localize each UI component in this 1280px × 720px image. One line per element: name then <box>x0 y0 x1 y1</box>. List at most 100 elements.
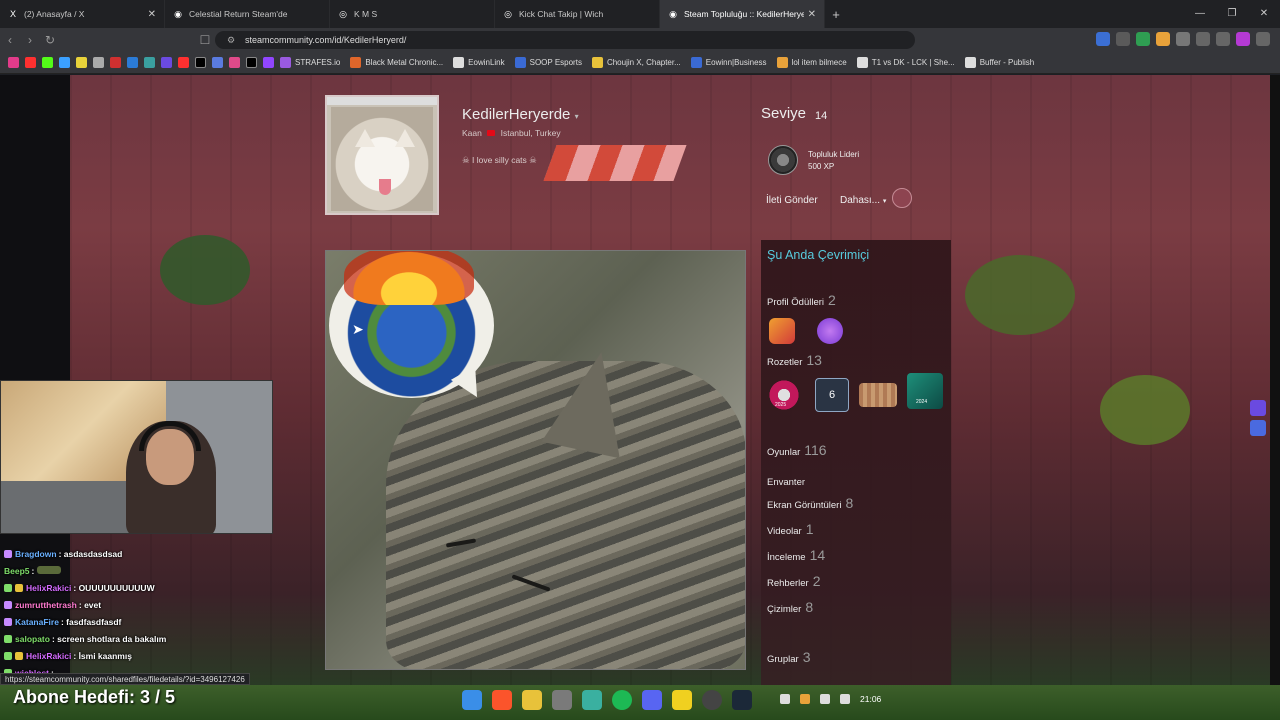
bookmark-lol-item[interactable]: lol item bilmece <box>776 57 847 68</box>
bookmark-favicon[interactable] <box>144 57 155 68</box>
tray-icon[interactable] <box>780 694 790 704</box>
tiktok-icon[interactable] <box>246 57 257 68</box>
close-tab-icon[interactable]: ✕ <box>148 9 156 20</box>
close-tab-icon[interactable]: ✕ <box>808 9 816 20</box>
tab-celestial-return[interactable]: ◉ Celestial Return Steam'de <box>165 0 330 28</box>
file-explorer-icon[interactable] <box>522 690 542 710</box>
bookmark-strafes[interactable]: STRAFES.io <box>280 57 340 68</box>
youtube-icon[interactable] <box>178 57 189 68</box>
twitch-icon[interactable] <box>263 57 274 68</box>
sticky-notes-icon[interactable] <box>672 690 692 710</box>
bookmark-soop[interactable]: SOOP Esports <box>514 57 582 68</box>
brave-browser-icon[interactable] <box>492 690 512 710</box>
network-icon[interactable] <box>820 694 830 704</box>
extension-icon[interactable] <box>1136 32 1150 46</box>
scrollbar[interactable] <box>1270 75 1280 685</box>
artwork-showcase[interactable] <box>325 250 746 670</box>
wallet-icon[interactable] <box>1216 32 1230 46</box>
address-bar[interactable]: ⚙ steamcommunity.com/id/KedilerHeryerd/ <box>215 31 915 49</box>
back-icon[interactable]: ‹ <box>0 33 20 47</box>
bookmark-eowinn-business[interactable]: Eowinn|Business <box>690 57 767 68</box>
reload-icon[interactable]: ↻ <box>40 33 60 47</box>
games-link[interactable]: Oyunlar 116 <box>767 442 827 458</box>
discord-icon[interactable] <box>642 690 662 710</box>
chat-message: zumrutthetrash: evet <box>4 600 101 610</box>
community-leader-badge-icon[interactable] <box>768 145 798 175</box>
guides-link[interactable]: Rehberler 2 <box>767 573 821 589</box>
extensions-icon[interactable] <box>1176 32 1190 46</box>
steam-badge-2024-icon[interactable]: 2024 <box>907 373 943 409</box>
steam-icon[interactable] <box>732 690 752 710</box>
extension-icon[interactable] <box>1250 400 1266 416</box>
new-tab-button[interactable]: + <box>825 7 847 22</box>
screenshots-link[interactable]: Ekran Görüntüleri 8 <box>767 495 853 511</box>
bookmark-favicon[interactable] <box>127 57 138 68</box>
youtube-icon[interactable] <box>25 57 36 68</box>
profile-awards-link[interactable]: Profil Ödülleri 2 <box>767 292 836 308</box>
tab-x-home[interactable]: X (2) Anasayfa / X ✕ <box>0 0 165 28</box>
x-logo-icon[interactable] <box>195 57 206 68</box>
artwork-link[interactable]: Çizimler 8 <box>767 599 813 615</box>
maximize-icon[interactable]: ❐ <box>1216 0 1248 28</box>
minimize-icon[interactable]: — <box>1184 0 1216 28</box>
translate-icon[interactable] <box>1250 420 1266 436</box>
bookmark-favicon[interactable] <box>110 57 121 68</box>
badges-link[interactable]: Rozetler 13 <box>767 352 822 368</box>
close-window-icon[interactable]: ✕ <box>1248 0 1280 28</box>
microphone-icon[interactable] <box>800 694 810 704</box>
bookmark-favicon[interactable] <box>212 57 223 68</box>
steam-badge-2025-icon[interactable]: 2025 <box>767 378 801 412</box>
obs-icon[interactable] <box>702 690 722 710</box>
bookmark-choujin[interactable]: Choujin X, Chapter... <box>591 57 681 68</box>
bookmark-favicon[interactable] <box>93 57 104 68</box>
volume-icon[interactable] <box>840 694 850 704</box>
globe-icon: ◎ <box>339 9 347 19</box>
clock[interactable]: 21:06 <box>860 694 881 704</box>
app-icon[interactable] <box>582 690 602 710</box>
menu-icon[interactable] <box>1256 32 1270 46</box>
tab-steam-community[interactable]: ◉ Steam Topluluğu :: KedilerHeryerde ✕ <box>660 0 825 28</box>
bookmark-buffer[interactable]: Buffer - Publish <box>964 57 1034 68</box>
windows-start-icon[interactable] <box>462 690 482 710</box>
earth-fire-image <box>344 251 474 305</box>
tab-kick-chat[interactable]: ◎ Kick Chat Takip | Wich <box>495 0 660 28</box>
profile-icon[interactable] <box>1236 32 1250 46</box>
level-number[interactable]: 14 <box>815 110 827 122</box>
extension-icon[interactable] <box>1116 32 1130 46</box>
inventory-link[interactable]: Envanter <box>767 472 809 488</box>
extensions-toolbar <box>1096 32 1270 46</box>
online-status: Şu Anda Çevrimiçi <box>767 248 870 262</box>
bookmark-favicon[interactable] <box>59 57 70 68</box>
groups-link[interactable]: Gruplar 3 <box>767 649 810 665</box>
years-of-service-badge-icon[interactable]: 6 <box>815 378 849 412</box>
instagram-icon[interactable] <box>229 57 240 68</box>
persona-name[interactable]: KedilerHeryerde ▾ <box>462 106 579 123</box>
bookmark-icon[interactable]: ☐ <box>195 33 215 47</box>
tab-kms[interactable]: ◎ K M S <box>330 0 495 28</box>
sidebar-icon[interactable] <box>1196 32 1210 46</box>
award-heart-hands-icon[interactable] <box>817 318 843 344</box>
game-collector-badge-icon[interactable] <box>859 383 897 407</box>
forward-icon[interactable]: › <box>20 33 40 47</box>
bookmark-favicon <box>350 57 362 68</box>
favorite-badge-name[interactable]: Topluluk Lideri <box>808 150 859 159</box>
send-message-button[interactable]: İleti Gönder <box>766 195 818 206</box>
site-info-icon[interactable]: ⚙ <box>227 31 235 49</box>
bookmark-eowinlink[interactable]: EowinLink <box>453 57 505 68</box>
profile-avatar[interactable] <box>325 95 439 215</box>
extension-icon[interactable] <box>1096 32 1110 46</box>
bookmark-favicon[interactable] <box>8 57 19 68</box>
extension-icon[interactable] <box>1156 32 1170 46</box>
bookmark-favicon[interactable] <box>76 57 87 68</box>
bookmark-black-metal[interactable]: Black Metal Chronic... <box>350 57 443 68</box>
spotify-icon[interactable] <box>612 690 632 710</box>
chevron-down-icon[interactable]: ▾ <box>575 112 579 121</box>
kick-icon[interactable] <box>42 57 53 68</box>
bookmark-favicon[interactable] <box>161 57 172 68</box>
more-dropdown-button[interactable]: Dahası... ▾ <box>840 195 886 206</box>
award-fire-icon[interactable] <box>769 318 795 344</box>
reviews-link[interactable]: İnceleme 14 <box>767 547 825 563</box>
bookmark-t1-dk[interactable]: T1 vs DK - LCK | She... <box>856 57 955 68</box>
tool-icon[interactable] <box>552 690 572 710</box>
videos-link[interactable]: Videolar 1 <box>767 521 813 537</box>
